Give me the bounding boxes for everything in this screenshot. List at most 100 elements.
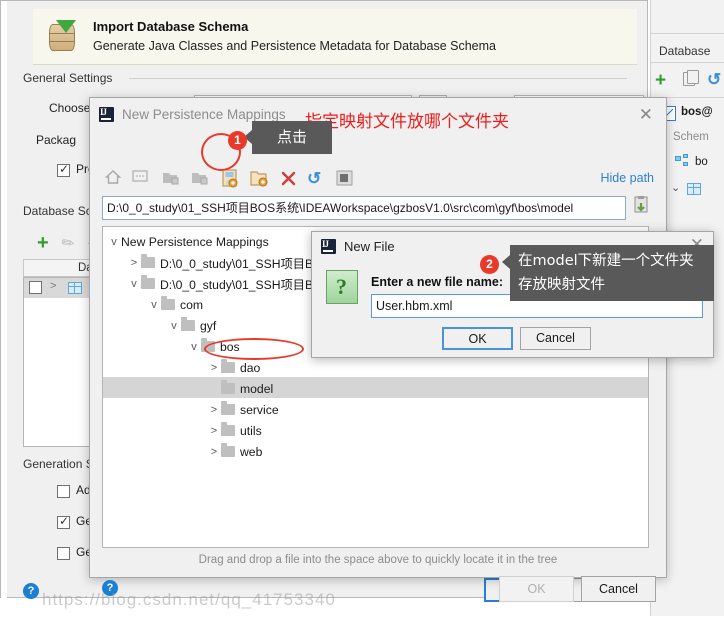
new-file-prompt: Enter a new file name: <box>371 275 503 289</box>
tree-node-gyf[interactable]: v gyf <box>167 315 216 336</box>
step-badge-1: 1 <box>228 131 247 150</box>
paste-icon[interactable] <box>633 196 649 218</box>
schema-icon <box>675 154 689 168</box>
folder-icon <box>161 296 175 310</box>
new-file-cancel-button[interactable]: Cancel <box>520 327 591 350</box>
folder-icon <box>141 275 155 289</box>
new-file-icon[interactable] <box>221 169 241 189</box>
new-file-title-text: New File <box>344 238 395 254</box>
callout-1: 点击 <box>244 121 332 154</box>
row-checkbox[interactable] <box>29 281 42 294</box>
chevron-down-icon[interactable]: v <box>167 320 181 332</box>
chevron-down-icon[interactable]: v <box>187 341 201 353</box>
general-settings-rule <box>129 78 627 79</box>
folder-icon <box>221 380 235 394</box>
wizard-title: Import Database Schema <box>93 19 249 34</box>
panel-divider-top <box>651 33 724 34</box>
chevron-right-icon[interactable]: > <box>207 362 221 374</box>
edit-schema-button[interactable]: ✎ <box>58 233 78 254</box>
tree-node-label: dao <box>240 360 261 375</box>
npm-ok-button[interactable]: OK <box>499 576 574 602</box>
drag-drop-hint: Drag and drop a file into the space abov… <box>198 554 558 566</box>
highlight-ellipse-model <box>204 338 304 360</box>
refresh-icon[interactable]: ↺ <box>307 169 325 188</box>
folder-icon <box>141 254 155 268</box>
plus-icon: + <box>655 70 667 91</box>
tree-selection-highlight <box>103 377 648 398</box>
db-item-datasource[interactable]: bos@ <box>681 106 713 118</box>
window-edge <box>1 1 7 617</box>
chevron-right-icon[interactable]: > <box>127 257 141 269</box>
tree-node-label: New Persistence Mappings <box>121 234 269 249</box>
help-icon[interactable]: ? <box>23 583 39 599</box>
table-icon <box>687 183 701 195</box>
chevron-right-icon[interactable]: > <box>207 446 221 458</box>
db-item-schemas-label: Schem <box>673 131 709 143</box>
database-panel-title: Database <box>659 44 711 58</box>
add-schema-button[interactable]: + <box>37 233 49 253</box>
tree-node-com[interactable]: v com <box>147 294 203 315</box>
hide-path-link[interactable]: Hide path <box>600 171 654 185</box>
new-folder-icon[interactable] <box>250 169 270 189</box>
chevron-down-icon-2[interactable]: ⌄ <box>671 181 680 194</box>
table-icon <box>68 282 82 294</box>
callout-2-line1: 在model下新建一个文件夹 <box>518 253 694 269</box>
chevron-right-icon[interactable]: > <box>207 425 221 437</box>
intellij-idea-logo <box>99 106 114 122</box>
tree-node-label: web <box>240 444 263 459</box>
question-icon <box>326 270 358 304</box>
tree-node-web[interactable]: > web <box>207 441 262 462</box>
npm-title-text: New Persistence Mappings <box>122 106 286 122</box>
path-input[interactable]: D:\0_0_study\01_SSH项目BOS系统\IDEAWorkspace… <box>102 196 626 220</box>
database-import-icon <box>47 19 81 54</box>
choose-datasource-label: Choose <box>49 101 91 115</box>
close-icon[interactable]: ✕ <box>639 106 653 123</box>
row-expander[interactable]: > <box>50 280 56 292</box>
delete-icon[interactable] <box>280 170 298 188</box>
annotation-note-1: 指定映射文件放哪个文件夹 <box>305 112 509 132</box>
copy-icon[interactable] <box>683 70 699 86</box>
tree-node-label: gyf <box>200 318 217 333</box>
callout-1-text: 点击 <box>276 128 307 146</box>
folder-icon <box>181 317 195 331</box>
prefer-checkbox[interactable] <box>57 162 70 177</box>
package-label: Packag <box>36 133 77 147</box>
tree-node-service[interactable]: > service <box>207 399 279 420</box>
callout-2-line2: 存放映射文件 <box>518 277 605 293</box>
npm-cancel-button[interactable]: Cancel <box>581 576 656 602</box>
tree-node-model[interactable]: model <box>207 378 273 399</box>
tree-node-root[interactable]: v New Persistence Mappings <box>107 231 269 252</box>
callout-2: 在model下新建一个文件夹 存放映射文件 <box>502 245 714 301</box>
db-item-schema[interactable]: bo <box>695 156 708 168</box>
generation-option-0-checkbox[interactable] <box>57 485 70 498</box>
wizard-subtitle: Generate Java Classes and Persistence Me… <box>93 39 496 53</box>
tree-node-label: com <box>180 297 204 312</box>
tree-node-label: model <box>240 381 274 396</box>
folder-icon <box>221 422 235 436</box>
panel-divider-mid <box>651 62 724 63</box>
watermark: https://blog.csdn.net/qq_41753340 <box>42 590 336 609</box>
folder-up-icon[interactable] <box>162 170 180 188</box>
generation-option-1-checkbox[interactable] <box>57 514 70 529</box>
tree-node-dao[interactable]: > dao <box>207 357 260 378</box>
chevron-down-icon[interactable]: v <box>107 236 121 248</box>
chevron-right-icon[interactable]: > <box>207 404 221 416</box>
folder-icon <box>221 359 235 373</box>
tree-node-src[interactable]: v D:\0_0_study\01_SSH项目B <box>127 273 313 294</box>
new-file-ok-button[interactable]: OK <box>442 327 513 350</box>
generation-option-2-checkbox[interactable] <box>57 547 70 560</box>
db-add-button[interactable]: + <box>655 70 666 92</box>
general-settings-label: General Settings <box>23 71 119 85</box>
desktop-icon[interactable] <box>132 170 150 188</box>
wizard-header: Import Database Schema Generate Java Cla… <box>33 9 637 65</box>
tree-node-label: D:\0_0_study\01_SSH项目B <box>160 277 314 292</box>
folder-new-icon[interactable] <box>191 170 209 188</box>
tree-node-utils[interactable]: > utils <box>207 420 262 441</box>
chevron-down-icon[interactable]: v <box>127 278 141 290</box>
chevron-down-icon[interactable]: v <box>147 299 161 311</box>
tree-node-label: utils <box>240 423 262 438</box>
home-icon[interactable] <box>104 168 122 186</box>
intellij-idea-logo <box>321 238 336 254</box>
show-hidden-icon[interactable] <box>336 170 354 188</box>
refresh-icon[interactable]: ↺ <box>707 70 721 90</box>
